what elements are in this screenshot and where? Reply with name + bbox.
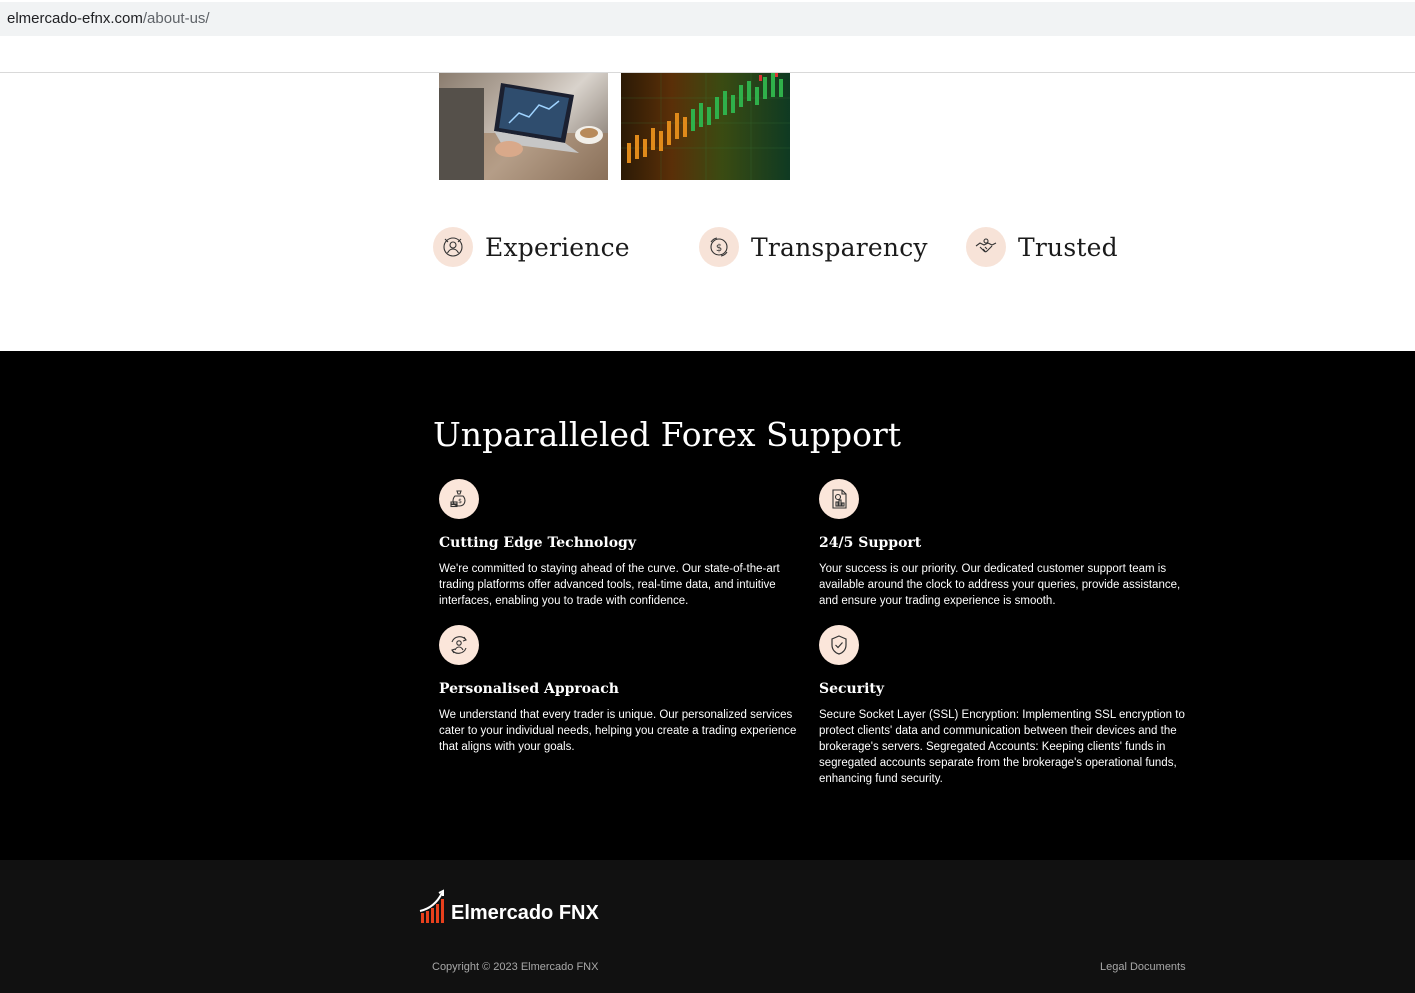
candlestick-chart-photo xyxy=(621,73,790,180)
site-footer: Elmercado FNX Copyright © 2023 Elmercado… xyxy=(0,860,1415,993)
card-title: Cutting Edge Technology xyxy=(439,535,636,551)
feature-experience: Experience xyxy=(433,227,630,267)
brand-name: Elmercado FNX xyxy=(451,902,599,924)
address-bar[interactable]: elmercado-efnx.com/about-us/ xyxy=(0,2,1415,36)
legal-documents-link[interactable]: Legal Documents xyxy=(1100,961,1186,973)
money-bag-icon: $ xyxy=(439,479,479,519)
dollar-coin-icon: $ xyxy=(699,227,739,267)
user-cycle-icon xyxy=(439,625,479,665)
shield-check-icon xyxy=(819,625,859,665)
card-title: Personalised Approach xyxy=(439,681,619,697)
feature-label: Experience xyxy=(485,232,630,262)
feature-label: Transparency xyxy=(751,232,928,262)
url-host: elmercado-efnx.com xyxy=(7,10,143,27)
card-title: 24/5 Support xyxy=(819,535,922,551)
feature-trusted: Trusted xyxy=(966,227,1118,267)
copyright-text: Copyright © 2023 Elmercado FNX xyxy=(432,961,599,973)
brand-logo[interactable]: Elmercado FNX xyxy=(419,889,599,925)
card-title: Security xyxy=(819,681,885,697)
site-header xyxy=(0,36,1415,73)
user-badge-icon xyxy=(433,227,473,267)
handshake-icon xyxy=(966,227,1006,267)
card-security: Security Secure Socket Layer (SSL) Encry… xyxy=(819,625,1191,787)
card-personalised-approach: Personalised Approach We understand that… xyxy=(439,625,811,755)
svg-text:$: $ xyxy=(716,243,722,254)
card-text: We understand that every trader is uniqu… xyxy=(439,709,797,753)
svg-text:$: $ xyxy=(458,498,462,505)
url-text[interactable]: elmercado-efnx.com/about-us/ xyxy=(7,10,210,27)
logo-bars-icon xyxy=(419,889,444,923)
card-24-5-support: 24/5 Support Your success is our priorit… xyxy=(819,479,1191,609)
url-path: /about-us/ xyxy=(142,10,210,27)
feature-label: Trusted xyxy=(1018,232,1118,262)
card-cutting-edge-technology: $ Cutting Edge Technology We're committe… xyxy=(439,479,811,609)
feature-transparency: $ Transparency xyxy=(699,227,928,267)
document-chart-icon xyxy=(819,479,859,519)
support-section: Unparalleled Forex Support $ Cutting Edg… xyxy=(0,351,1415,860)
section-title: Unparalleled Forex Support xyxy=(433,415,902,454)
card-text: We're committed to staying ahead of the … xyxy=(439,563,780,607)
laptop-photo xyxy=(439,73,608,180)
card-text: Secure Socket Layer (SSL) Encryption: Im… xyxy=(819,709,1185,785)
card-text: Your success is our priority. Our dedica… xyxy=(819,563,1181,607)
